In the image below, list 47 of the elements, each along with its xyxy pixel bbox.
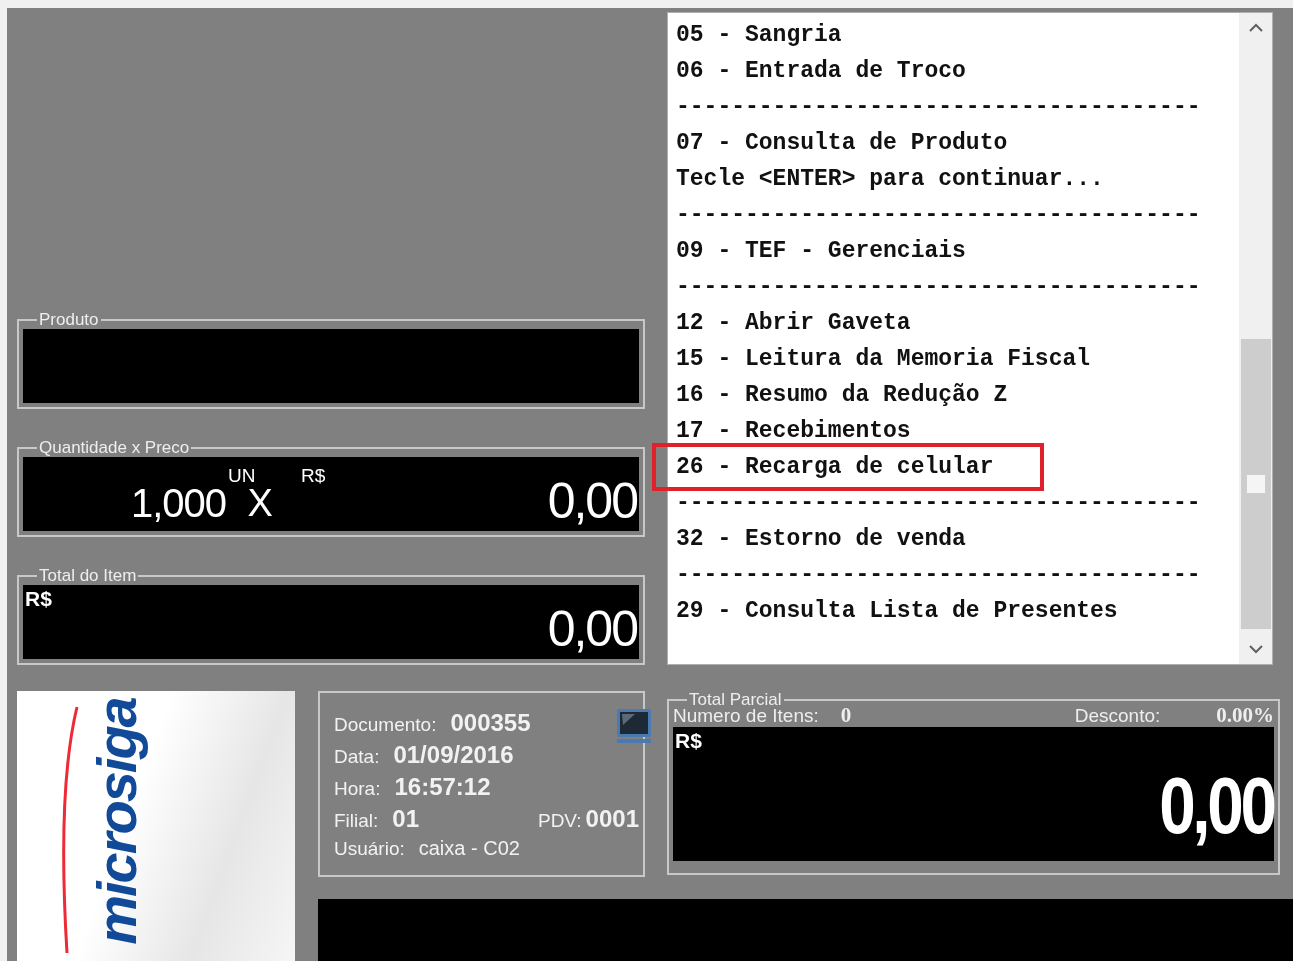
menu-option[interactable]: 16 - Resumo da Redução Z — [676, 377, 1239, 413]
menu-option[interactable]: 07 - Consulta de Produto — [676, 125, 1239, 161]
arc-icon — [59, 705, 79, 955]
monitor-icon[interactable] — [615, 707, 653, 745]
info-label: Usuário: — [334, 838, 405, 860]
highlighted-menu-option[interactable]: 26 - Recarga de celular — [652, 443, 1044, 491]
panel-label: Total do Item — [38, 567, 138, 585]
info-label: Hora: — [334, 778, 381, 800]
info-value: 01/09/2016 — [393, 741, 514, 769]
logo-text: microsiga — [83, 698, 149, 945]
separator-line: -------------------------------------- — [676, 201, 1202, 230]
menu-option[interactable]: 29 - Consulta Lista de Presentes — [676, 593, 1239, 629]
menu-option[interactable]: 05 - Sangria — [676, 17, 1239, 53]
info-value: 01 — [392, 805, 420, 833]
info-label: Filial: — [334, 810, 379, 832]
info-label: Documento: — [334, 714, 437, 736]
panel-label: Produto — [38, 311, 100, 329]
price-value: 0,00 — [547, 472, 637, 531]
info-value: 000355 — [450, 709, 531, 737]
info-value: 16:57:12 — [394, 773, 491, 801]
separator-line: -------------------------------------- — [676, 489, 1202, 518]
items-value: 0 — [840, 703, 852, 728]
info-value: caixa - C02 — [418, 837, 520, 860]
separator-line: -------------------------------------- — [676, 273, 1202, 302]
info-label: Data: — [334, 746, 380, 768]
currency-label: R$ — [675, 729, 702, 753]
item-total-value: 0,00 — [547, 600, 637, 659]
separator-line: -------------------------------------- — [676, 561, 1202, 590]
info-value: 0001 — [585, 805, 639, 833]
menu-option[interactable]: 09 - TEF - Gerenciais — [676, 233, 1239, 269]
info-label: PDV: — [537, 810, 582, 832]
scroll-down-icon[interactable] — [1248, 644, 1263, 654]
menu-option[interactable]: 15 - Leitura da Memoria Fiscal — [676, 341, 1239, 377]
panel-label: Quantidade x Preco — [38, 439, 191, 457]
scroll-up-icon[interactable] — [1248, 23, 1263, 33]
discount-label: Desconto: — [1074, 705, 1161, 727]
partial-total-value: 0,00 — [1159, 760, 1274, 852]
menu-option[interactable]: 32 - Estorno de venda — [676, 521, 1239, 557]
menu-option[interactable]: 06 - Entrada de Troco — [676, 53, 1239, 89]
discount-value: 0.00% — [1216, 703, 1274, 728]
currency-label: R$ — [300, 465, 326, 487]
quantity-value: 1,000 — [131, 480, 227, 527]
currency-label: R$ — [25, 587, 52, 611]
scroll-thumb[interactable] — [1240, 339, 1271, 629]
menu-option[interactable]: Tecle <ENTER> para continuar... — [676, 161, 1239, 197]
separator-line: -------------------------------------- — [676, 93, 1202, 122]
menu-option[interactable]: 12 - Abrir Gaveta — [676, 305, 1239, 341]
